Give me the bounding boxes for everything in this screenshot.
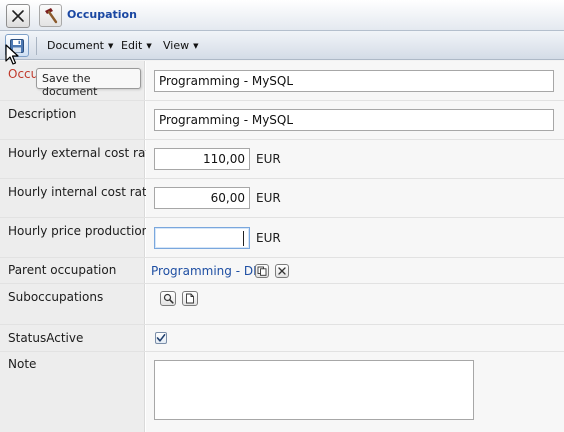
hourly-internal-input[interactable]: 60,00 — [154, 187, 250, 209]
occupation-input[interactable]: Programming - MySQL — [154, 70, 554, 92]
search-suboccupations-button[interactable] — [160, 291, 176, 306]
occupation-form: Occu Programming - MySQL Description Pro… — [0, 61, 564, 432]
hourly-internal-label: Hourly internal cost rate — [8, 185, 155, 199]
mouse-cursor-icon — [5, 44, 19, 65]
menu-document-label: Document — [47, 39, 104, 52]
save-tooltip: Save the document — [36, 68, 141, 98]
checkmark-icon — [156, 334, 166, 342]
menu-edit[interactable]: Edit ▼ — [121, 39, 152, 52]
title-bar: Occupation — [0, 0, 564, 31]
currency-label: EUR — [256, 231, 281, 245]
occupation-label: Occu — [8, 67, 39, 81]
dropdown-arrow-icon: ▼ — [108, 42, 114, 50]
status-active-checkbox[interactable] — [155, 332, 167, 344]
window-title: Occupation — [67, 8, 137, 21]
suboccupations-label: Suboccupations — [8, 290, 104, 304]
text-caret — [243, 231, 244, 246]
copy-button[interactable] — [255, 264, 269, 278]
status-active-label: StatusActive — [8, 331, 84, 345]
parent-occupation-label: Parent occupation — [8, 263, 117, 277]
note-row: Note — [0, 352, 564, 432]
menu-view[interactable]: View ▼ — [163, 39, 199, 52]
menu-document[interactable]: Document ▼ — [47, 39, 113, 52]
value-cell — [146, 325, 564, 351]
close-icon — [12, 10, 24, 22]
clear-button[interactable] — [275, 264, 289, 278]
search-icon — [163, 293, 174, 304]
currency-label: EUR — [256, 191, 281, 205]
description-row: Description Programming - MySQL — [0, 101, 564, 140]
value-cell — [146, 284, 564, 324]
dropdown-arrow-icon: ▼ — [193, 42, 199, 50]
hourly-price-label: Hourly price production — [8, 224, 150, 238]
status-active-row: StatusActive — [0, 325, 564, 352]
suboccupations-row: Suboccupations — [0, 284, 564, 325]
description-input[interactable]: Programming - MySQL — [154, 109, 554, 131]
hammer-icon — [39, 4, 62, 27]
close-button[interactable] — [6, 4, 30, 28]
hourly-external-label: Hourly external cost rate — [8, 146, 158, 160]
new-suboccupation-button[interactable] — [182, 291, 198, 306]
menu-edit-label: Edit — [121, 39, 143, 52]
dropdown-arrow-icon: ▼ — [146, 42, 152, 50]
hourly-internal-row: Hourly internal cost rate 60,00 EUR — [0, 179, 564, 218]
new-document-icon — [186, 293, 194, 304]
hourly-price-input[interactable] — [154, 227, 250, 249]
toolbar: Document ▼ Edit ▼ View ▼ — [0, 31, 564, 60]
copy-icon — [257, 266, 267, 276]
note-textarea[interactable] — [154, 360, 474, 420]
currency-label: EUR — [256, 152, 281, 166]
hourly-price-row: Hourly price production EUR — [0, 218, 564, 258]
note-label: Note — [8, 357, 37, 371]
parent-occupation-link[interactable]: Programming - DB — [151, 264, 261, 278]
close-icon — [278, 267, 286, 275]
hourly-external-row: Hourly external cost rate 110,00 EUR — [0, 140, 564, 179]
parent-occupation-row: Parent occupation Programming - DB — [0, 258, 564, 284]
description-label: Description — [8, 107, 77, 121]
menu-view-label: View — [163, 39, 190, 52]
hourly-external-input[interactable]: 110,00 — [154, 148, 250, 170]
toolbar-separator — [36, 37, 37, 55]
